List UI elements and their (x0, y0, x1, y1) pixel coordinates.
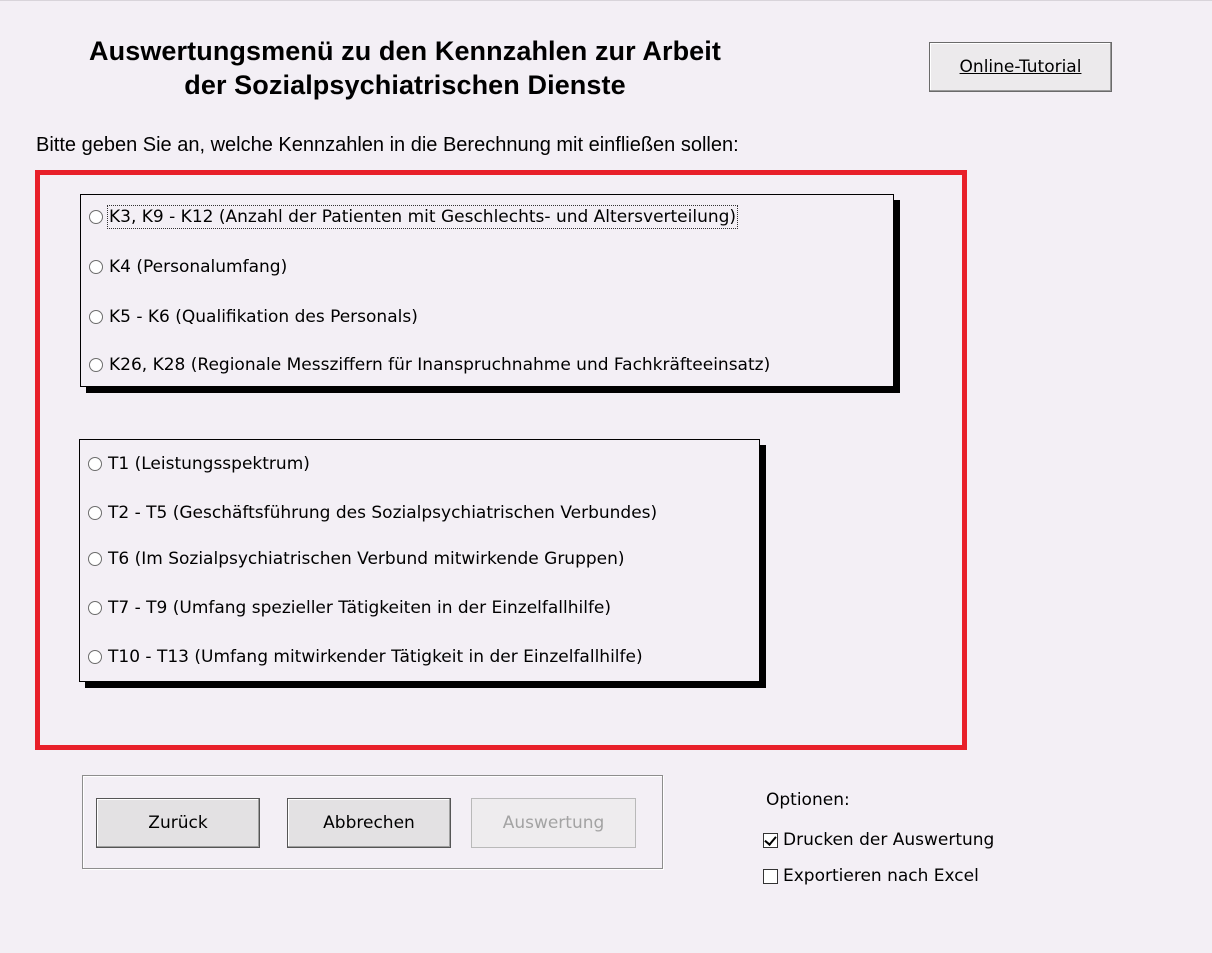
option-label: K4 (Personalumfang) (109, 257, 288, 277)
option-label: T10 - T13 (Umfang mitwirkender Tätigkeit… (108, 647, 643, 667)
back-button[interactable]: Zurück (96, 798, 260, 848)
option-label: T2 - T5 (Geschäftsführung des Sozialpsyc… (108, 503, 658, 523)
instruction-text: Bitte geben Sie an, welche Kennzahlen in… (36, 134, 739, 156)
option-label: K5 - K6 (Qualifikation des Personals) (109, 307, 418, 327)
radio-option-k5-k6[interactable]: K5 - K6 (Qualifikation des Personals) (89, 307, 418, 327)
export-excel-option[interactable]: Exportieren nach Excel (763, 866, 979, 886)
print-evaluation-label: Drucken der Auswertung (783, 830, 995, 850)
radio-button-icon[interactable] (88, 552, 102, 566)
option-label: K26, K28 (Regionale Messziffern für Inan… (109, 355, 771, 375)
radio-button-icon[interactable] (88, 601, 102, 615)
t-indicator-group: T1 (Leistungsspektrum) T2 - T5 (Geschäft… (79, 439, 760, 682)
radio-option-k26-k28[interactable]: K26, K28 (Regionale Messziffern für Inan… (89, 355, 770, 375)
radio-option-t1[interactable]: T1 (Leistungsspektrum) (88, 454, 310, 474)
title-line-2: der Sozialpsychiatrischen Dienste (184, 70, 626, 100)
option-label: K3, K9 - K12 (Anzahl der Patienten mit G… (106, 205, 739, 229)
export-excel-label: Exportieren nach Excel (783, 866, 979, 886)
print-evaluation-option[interactable]: Drucken der Auswertung (763, 830, 994, 850)
window-top-border (0, 0, 1212, 11)
radio-button-icon[interactable] (89, 210, 103, 224)
title-line-1: Auswertungsmenü zu den Kennzahlen zur Ar… (89, 36, 721, 66)
radio-option-t6[interactable]: T6 (Im Sozialpsychiatrischen Verbund mit… (88, 549, 625, 569)
radio-option-t10-t13[interactable]: T10 - T13 (Umfang mitwirkender Tätigkeit… (88, 647, 643, 667)
radio-button-icon[interactable] (88, 506, 102, 520)
option-label: T7 - T9 (Umfang spezieller Tätigkeiten i… (108, 598, 612, 618)
online-tutorial-button[interactable]: Online-Tutorial (929, 42, 1112, 92)
evaluate-button[interactable]: Auswertung (471, 798, 636, 848)
radio-button-icon[interactable] (89, 310, 103, 324)
k-indicator-group: K3, K9 - K12 (Anzahl der Patienten mit G… (80, 194, 894, 387)
option-label: T6 (Im Sozialpsychiatrischen Verbund mit… (108, 549, 625, 569)
radio-option-t2-t5[interactable]: T2 - T5 (Geschäftsführung des Sozialpsyc… (88, 503, 657, 523)
cancel-button[interactable]: Abbrechen (287, 798, 451, 848)
radio-button-icon[interactable] (89, 260, 103, 274)
checkbox-unchecked-icon[interactable] (763, 868, 778, 884)
radio-button-icon[interactable] (89, 358, 103, 372)
radio-button-icon[interactable] (88, 650, 102, 664)
radio-option-t7-t9[interactable]: T7 - T9 (Umfang spezieller Tätigkeiten i… (88, 598, 611, 618)
options-heading: Optionen: (766, 790, 850, 810)
page-title: Auswertungsmenü zu den Kennzahlen zur Ar… (25, 34, 785, 102)
option-label: T1 (Leistungsspektrum) (108, 454, 310, 474)
radio-option-k3-k12[interactable]: K3, K9 - K12 (Anzahl der Patienten mit G… (89, 205, 739, 229)
checkbox-checked-icon[interactable] (763, 832, 778, 848)
radio-button-icon[interactable] (88, 457, 102, 471)
radio-option-k4[interactable]: K4 (Personalumfang) (89, 257, 287, 277)
